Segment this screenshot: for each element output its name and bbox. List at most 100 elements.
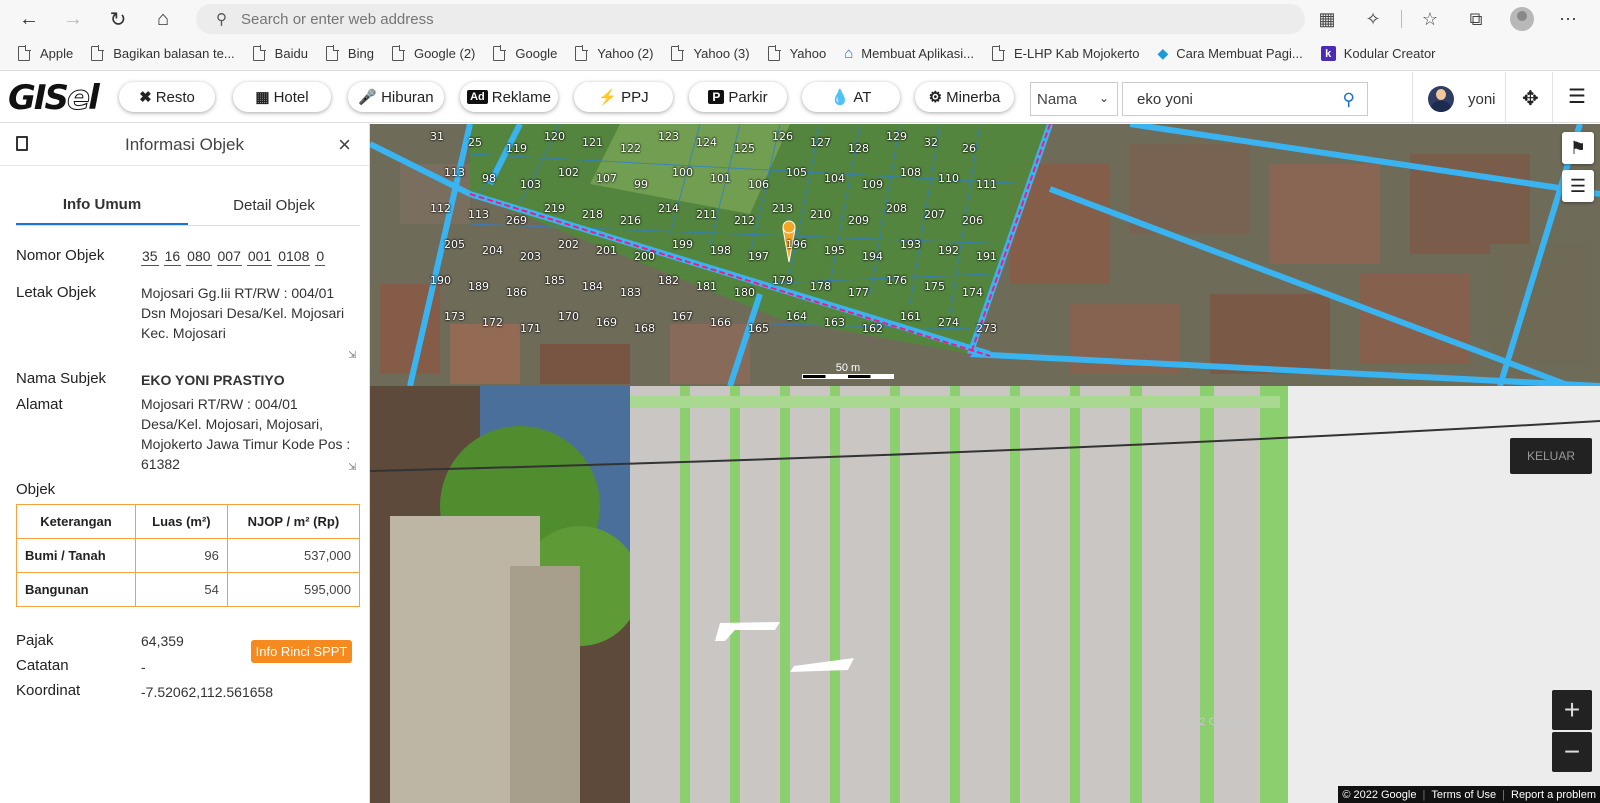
move-icon[interactable]: ✥ xyxy=(1522,86,1539,111)
category-parkir-button[interactable]: P Parkir xyxy=(689,82,787,112)
scale-ruler xyxy=(802,374,894,379)
category-label: Minerba xyxy=(946,88,1001,106)
extension-badge-icon[interactable]: ▦ xyxy=(1309,4,1345,34)
search-icon[interactable]: ⚲ xyxy=(1343,90,1355,110)
refresh-icon[interactable]: ↻ xyxy=(103,4,133,34)
bookmark-item[interactable]: Baidu xyxy=(252,45,308,61)
nop-segment: 0108 xyxy=(277,248,311,266)
bookmark-label: Google xyxy=(515,46,558,61)
resize-handle-icon[interactable]: ⇲ xyxy=(348,462,356,473)
bookmark-item[interactable]: Bagikan balasan te... xyxy=(91,45,235,61)
app-logo[interactable]: GISel xyxy=(8,78,126,119)
bookmark-item[interactable]: E-LHP Kab Mojokerto xyxy=(992,45,1140,61)
table-cell: 96 xyxy=(134,538,228,573)
close-icon[interactable]: × xyxy=(338,132,351,158)
bookmark-item[interactable]: ◆ Cara Membuat Pagi... xyxy=(1158,45,1303,62)
collections-icon[interactable]: ⧉ xyxy=(1458,4,1494,34)
parking-icon: P xyxy=(708,90,725,104)
resize-handle-icon[interactable]: ⇲ xyxy=(348,350,356,361)
bookmark-label: Baidu xyxy=(274,46,308,61)
parcel-label: 195 xyxy=(824,244,845,257)
pajak-label: Pajak xyxy=(16,632,54,649)
favorites-icon[interactable]: ☆ xyxy=(1412,4,1448,34)
parcel-label: 184 xyxy=(582,280,603,293)
address-bar[interactable]: ⚲ xyxy=(196,4,1305,34)
browser-tools: ▦ ✧ ☆ ⧉ ⋯ xyxy=(1309,4,1586,34)
parcel-label: 100 xyxy=(672,166,693,179)
region-map-icon[interactable]: ⚑ xyxy=(1562,132,1594,164)
home-icon[interactable]: ⌂ xyxy=(148,4,178,34)
zoom-in-icon[interactable]: + xyxy=(1552,690,1592,730)
bookmark-item[interactable]: Yahoo (3) xyxy=(671,45,750,61)
parcel-label: 111 xyxy=(976,178,997,191)
parcel-label: 107 xyxy=(596,172,617,185)
parcel-label: 216 xyxy=(620,214,641,227)
alamat-value: Mojosari RT/RW : 004/01 Desa/Kel. Mojosa… xyxy=(141,394,350,474)
more-icon[interactable]: ⋯ xyxy=(1550,4,1586,34)
divider xyxy=(1412,72,1413,123)
bookmark-item[interactable]: Apple xyxy=(18,45,73,61)
parcel-label: 190 xyxy=(430,274,451,287)
parcel-label: 212 xyxy=(734,214,755,227)
koordinat-value: -7.52062,112.561658 xyxy=(141,684,274,700)
bookmark-item[interactable]: Bing xyxy=(325,45,374,61)
satellite-map[interactable]: 31 25 119 120 121 122 123 124 125 126 127 128 129 32 2… xyxy=(370,124,1600,386)
info-rinci-sppt-button[interactable]: Info Rinci SPPT xyxy=(251,640,352,663)
category-reklame-button[interactable]: Ad Reklame xyxy=(460,82,558,112)
parcel-label: 200 xyxy=(634,250,655,263)
parcel-label: 175 xyxy=(924,280,945,293)
bookmark-item[interactable]: ⌂ Membuat Aplikasi... xyxy=(844,45,974,62)
search-input[interactable]: eko yoni ⚲ xyxy=(1122,82,1368,116)
tab-info-umum[interactable]: Info Umum xyxy=(16,186,188,225)
layers-icon[interactable]: ☰ xyxy=(1562,170,1594,202)
category-hiburan-button[interactable]: 🎤 Hiburan xyxy=(348,82,444,112)
parcel-label: 123 xyxy=(658,130,679,143)
hamburger-menu-icon[interactable]: ☰ xyxy=(1568,84,1586,109)
parcel-label: 99 xyxy=(634,178,648,191)
bookmark-item[interactable]: Yahoo xyxy=(767,45,826,61)
parcel-label: 218 xyxy=(582,208,603,221)
user-menu[interactable]: yoni xyxy=(1428,82,1496,116)
bookmark-item[interactable]: k Kodular Creator xyxy=(1320,46,1436,61)
parcel-label: 211 xyxy=(696,208,717,221)
page-icon xyxy=(575,45,589,61)
alamat-line: 61382 xyxy=(141,456,180,472)
bookmark-item[interactable]: Yahoo (2) xyxy=(575,45,653,61)
parcel-label: 185 xyxy=(544,274,565,287)
category-resto-button[interactable]: ✖ Resto xyxy=(119,82,215,112)
document-icon xyxy=(16,136,28,151)
terms-link[interactable]: Terms of Use xyxy=(1431,789,1496,801)
parcel-label: 205 xyxy=(444,238,465,251)
street-view[interactable]: © 2022 Google xyxy=(370,386,1600,803)
parcel-label: 180 xyxy=(734,286,755,299)
forward-icon[interactable]: → xyxy=(58,4,88,34)
search-type-select[interactable]: Nama ⌄ xyxy=(1030,82,1118,116)
zoom-out-icon[interactable]: − xyxy=(1552,732,1592,772)
parcel-label: 124 xyxy=(696,136,717,149)
profile-icon[interactable] xyxy=(1504,4,1540,34)
tab-detail-objek[interactable]: Detail Objek xyxy=(188,186,360,225)
category-minerba-button[interactable]: ⚙ Minerba xyxy=(915,82,1014,112)
parcel-label: 193 xyxy=(900,238,921,251)
bookmark-item[interactable]: Google xyxy=(493,45,558,61)
report-problem-link[interactable]: Report a problem xyxy=(1511,789,1596,801)
puzzle-icon[interactable]: ✧ xyxy=(1355,4,1391,34)
exit-streetview-button[interactable]: KELUAR xyxy=(1510,438,1592,474)
category-at-button[interactable]: 💧 AT xyxy=(802,82,900,112)
parcel-label: 177 xyxy=(848,286,869,299)
category-hotel-button[interactable]: ▦ Hotel xyxy=(233,82,331,112)
back-icon[interactable]: ← xyxy=(14,4,44,34)
chevron-down-icon: ⌄ xyxy=(1098,91,1109,105)
nop-segment: 007 xyxy=(216,248,242,266)
bookmark-label: Yahoo (3) xyxy=(693,46,750,61)
parcel-label: 113 xyxy=(468,208,489,221)
address-input[interactable] xyxy=(241,10,1141,28)
table-cell: Bumi / Tanah xyxy=(16,538,136,573)
bookmark-item[interactable]: Google (2) xyxy=(391,45,475,61)
category-ppj-button[interactable]: ⚡ PPJ xyxy=(574,82,673,112)
parcel-label: 162 xyxy=(862,322,883,335)
parcel-label: 113 xyxy=(444,166,465,179)
parcel-label: 213 xyxy=(772,202,793,215)
parcel-label: 121 xyxy=(582,136,603,149)
letak-line: Dsn Mojosari Desa/Kel. Mojosari xyxy=(141,305,345,321)
